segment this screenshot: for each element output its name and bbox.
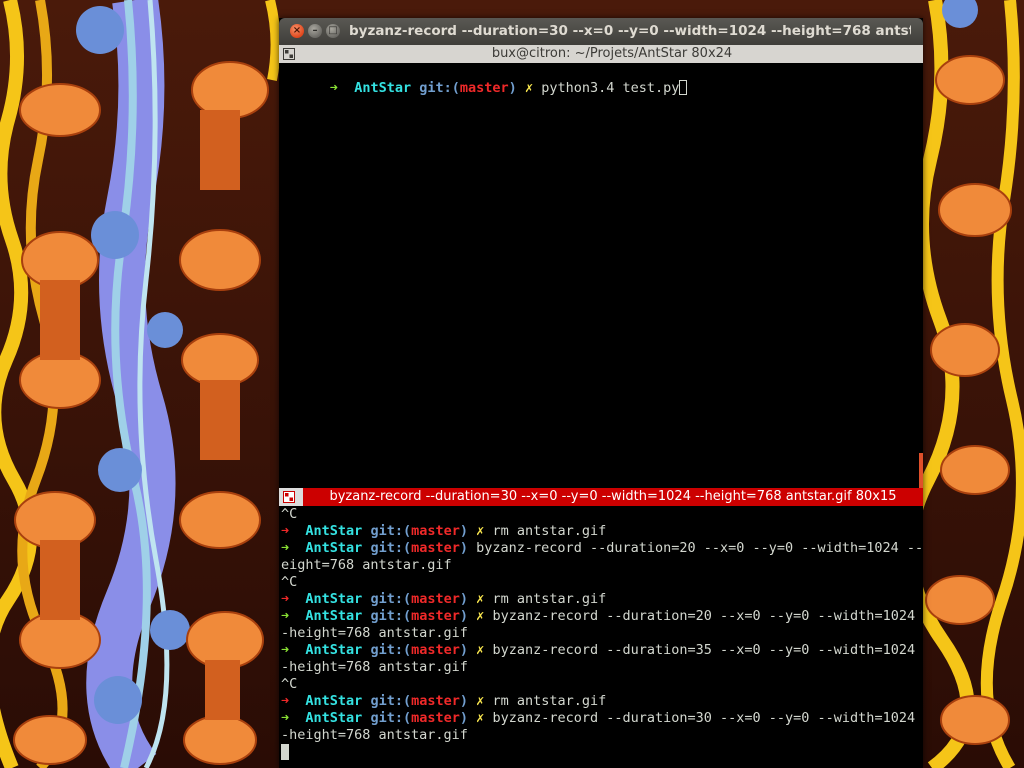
output-line: ^C [281,574,298,590]
pane-bottom-header[interactable]: byzanz-record --duration=30 --x=0 --y=0 … [279,488,923,506]
prompt-arrow-icon: ➜ [281,591,290,607]
split-pane-icon[interactable] [283,48,295,60]
prompt-dir: AntStar [305,591,363,607]
prompt-git-label: git:( [370,540,412,556]
terminal-pane-bottom[interactable]: ^C ➜ AntStar git:(master) ✗ rm antstar.gi… [279,506,923,768]
prompt-git-close: ) [459,608,469,624]
prompt-git-close: ) [459,540,469,556]
prompt-dirty-icon: ✗ [476,608,485,624]
prompt-line: ➜ AntStar git:(master) byzanz-record --d… [281,540,923,557]
prompt-line: ➜ AntStar git:(master) ✗ rm antstar.gif [281,591,606,608]
prompt-dir: AntStar [305,693,363,709]
minimize-button[interactable]: – [308,24,322,38]
terminal-window: × – □ byzanz-record --duration=30 --x=0 … [279,18,923,768]
terminal-pane-top[interactable]: ➜ AntStar git:(master) ✗ python3.4 test.… [279,63,923,488]
prompt-branch: master [411,608,460,624]
command-text: rm antstar.gif [492,523,607,539]
prompt-dir: AntStar [305,642,363,658]
prompt-dir: AntStar [354,80,412,96]
prompt-arrow-icon: ➜ [281,540,290,556]
prompt-git-label: git:( [370,523,412,539]
prompt-git-label: git:( [370,591,412,607]
prompt-branch: master [459,80,509,96]
output-line: -height=768 antstar.gif [281,625,468,641]
prompt-git-close: ) [459,642,469,658]
prompt-git-label: git:( [370,693,412,709]
command-text: byzanz-record --duration=35 --x=0 --y=0 … [492,642,923,658]
text-cursor [679,80,688,95]
prompt-git-close: ) [459,693,469,709]
output-line: ^C [281,676,298,692]
prompt-git-label: git:( [370,710,412,726]
prompt-dirty-icon: ✗ [524,80,534,96]
prompt-git-close: ) [459,710,469,726]
prompt-git-label: git:( [370,642,412,658]
prompt-line: ➜ AntStar git:(master) ✗ byzanz-record -… [281,608,923,625]
prompt-line: ➜ AntStar git:(master) ✗ rm antstar.gif [281,693,606,710]
prompt-branch: master [411,523,460,539]
prompt-git-close: ) [508,80,517,96]
command-text: rm antstar.gif [492,591,607,607]
pane-bottom-title: byzanz-record --duration=30 --x=0 --y=0 … [303,488,923,506]
prompt-line: ➜ AntStar git:(master) ✗ python3.4 test.… [281,63,688,96]
prompt-git-close: ) [459,523,469,539]
prompt-git-close: ) [459,591,469,607]
prompt-line: ➜ AntStar git:(master) ✗ byzanz-record -… [281,642,923,659]
prompt-arrow-icon: ➜ [281,642,290,658]
prompt-dirty-icon: ✗ [476,591,485,607]
pane-top-header[interactable]: bux@citron: ~/Projets/AntStar 80x24 [279,45,923,63]
output-line: -height=768 antstar.gif [281,727,468,743]
prompt-git-label: git:( [419,80,460,96]
prompt-branch: master [411,591,460,607]
prompt-dirty-icon: ✗ [476,693,485,709]
window-title: byzanz-record --duration=30 --x=0 --y=0 … [349,23,911,39]
prompt-arrow-icon: ➜ [281,608,290,624]
close-button[interactable]: × [290,24,304,38]
text-cursor [281,744,289,760]
prompt-dir: AntStar [305,540,363,556]
command-input[interactable]: python3.4 test.py [541,80,679,96]
prompt-line: ➜ AntStar git:(master) ✗ rm antstar.gif [281,523,606,540]
command-text: rm antstar.gif [492,693,607,709]
command-text: byzanz-record --duration=20 --x=0 --y=0 … [492,608,923,624]
output-line: -height=768 antstar.gif [281,659,468,675]
prompt-dirty-icon: ✗ [476,523,485,539]
prompt-arrow-icon: ➜ [281,710,290,726]
maximize-button[interactable]: □ [326,24,340,38]
prompt-line: ➜ AntStar git:(master) ✗ byzanz-record -… [281,710,923,727]
output-line: ^C [281,506,298,522]
output-line: eight=768 antstar.gif [281,557,452,573]
window-titlebar[interactable]: × – □ byzanz-record --duration=30 --x=0 … [279,18,923,45]
prompt-git-label: git:( [370,608,412,624]
prompt-dir: AntStar [305,710,363,726]
prompt-branch: master [411,693,460,709]
prompt-branch: master [411,540,460,556]
prompt-arrow-icon: ➜ [281,523,290,539]
command-text: byzanz-record --duration=20 --x=0 --y=0 … [476,540,923,556]
split-pane-icon[interactable] [283,491,295,503]
prompt-branch: master [411,710,460,726]
prompt-arrow-icon: ➜ [281,693,290,709]
prompt-arrow-icon: ➜ [329,80,338,96]
pane-top-title: bux@citron: ~/Projets/AntStar 80x24 [491,46,733,61]
prompt-dirty-icon: ✗ [476,710,485,726]
prompt-dir: AntStar [305,523,363,539]
command-text: byzanz-record --duration=30 --x=0 --y=0 … [492,710,923,726]
prompt-branch: master [411,642,460,658]
pane-resize-handle[interactable] [919,453,923,488]
prompt-dir: AntStar [305,608,363,624]
prompt-dirty-icon: ✗ [476,642,485,658]
